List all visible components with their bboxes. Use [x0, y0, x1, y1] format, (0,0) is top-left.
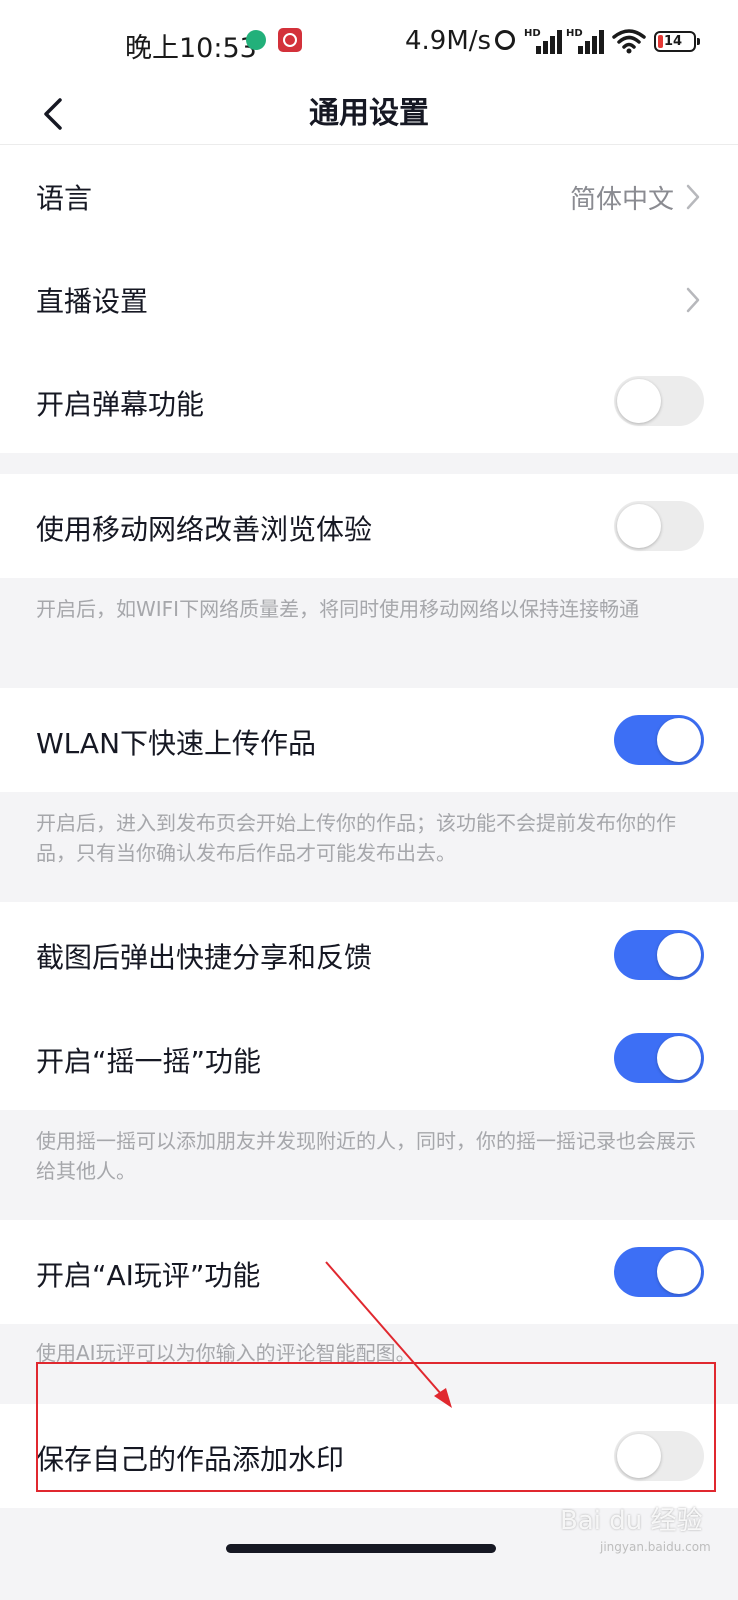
- setting-shake: 开启“摇一摇”功能: [0, 1008, 738, 1110]
- wlan-upload-desc: 开启后，进入到发布页会开始上传你的作品；该功能不会提前发布你的作品，只有当你确认…: [0, 792, 738, 902]
- annotation-highlight-box: [36, 1362, 716, 1492]
- ai-comment-toggle[interactable]: [614, 1247, 704, 1297]
- wifi-icon: [612, 29, 646, 54]
- setting-live[interactable]: 直播设置: [0, 248, 738, 351]
- mobile-network-toggle[interactable]: [614, 501, 704, 551]
- nav-bar: 通用设置: [0, 84, 738, 145]
- chevron-right-icon: [686, 287, 700, 313]
- shake-desc: 使用摇一摇可以添加朋友并发现附近的人，同时，你的摇一摇记录也会展示给其他人。: [0, 1110, 738, 1220]
- language-value: 简体中文: [569, 185, 674, 215]
- page-title: 通用设置: [309, 96, 429, 131]
- home-indicator[interactable]: [226, 1544, 496, 1553]
- back-button[interactable]: [32, 90, 80, 138]
- setting-language[interactable]: 语言 简体中文: [0, 145, 738, 248]
- signal-icon: HD: [524, 28, 562, 54]
- status-time: 晚上10:53: [125, 33, 257, 64]
- battery-level: 14: [664, 34, 683, 49]
- setting-label: 直播设置: [36, 285, 149, 318]
- network-speed: 4.9M/s: [405, 26, 492, 56]
- setting-label: 语言: [36, 182, 93, 215]
- setting-label: 开启弹幕功能: [36, 388, 205, 421]
- screenshot-share-toggle[interactable]: [614, 930, 704, 980]
- baidu-watermark-url: jingyan.baidu.com: [600, 1540, 711, 1554]
- setting-ai-comment: 开启“AI玩评”功能: [0, 1220, 738, 1324]
- chevron-left-icon: [44, 98, 62, 130]
- app-notification-icon-red: [278, 28, 302, 52]
- setting-label: 截图后弹出快捷分享和反馈: [36, 941, 373, 974]
- setting-label: 使用移动网络改善浏览体验: [36, 513, 373, 546]
- setting-label: 开启“摇一摇”功能: [36, 1045, 262, 1078]
- setting-wlan-upload: WLAN下快速上传作品: [0, 688, 738, 792]
- wlan-upload-toggle[interactable]: [614, 715, 704, 765]
- chevron-right-icon: [686, 184, 700, 210]
- status-bar: 晚上10:53 4.9M/s HD HD 14: [0, 0, 738, 84]
- mobile-network-desc: 开启后，如WIFI下网络质量差，将同时使用移动网络以保持连接畅通: [0, 578, 738, 688]
- danmaku-toggle[interactable]: [614, 376, 704, 426]
- shake-toggle[interactable]: [614, 1033, 704, 1083]
- signal-icon-2: HD: [566, 28, 604, 54]
- setting-mobile-network: 使用移动网络改善浏览体验: [0, 474, 738, 578]
- setting-label: WLAN下快速上传作品: [36, 727, 317, 760]
- setting-danmaku: 开启弹幕功能: [0, 351, 738, 453]
- setting-label: 开启“AI玩评”功能: [36, 1259, 261, 1292]
- app-notification-icon: [246, 30, 266, 50]
- alarm-icon: [495, 30, 515, 50]
- battery-icon: 14: [654, 31, 700, 52]
- setting-screenshot-share: 截图后弹出快捷分享和反馈: [0, 902, 738, 1008]
- baidu-watermark: Bai du 经验: [560, 1506, 703, 1536]
